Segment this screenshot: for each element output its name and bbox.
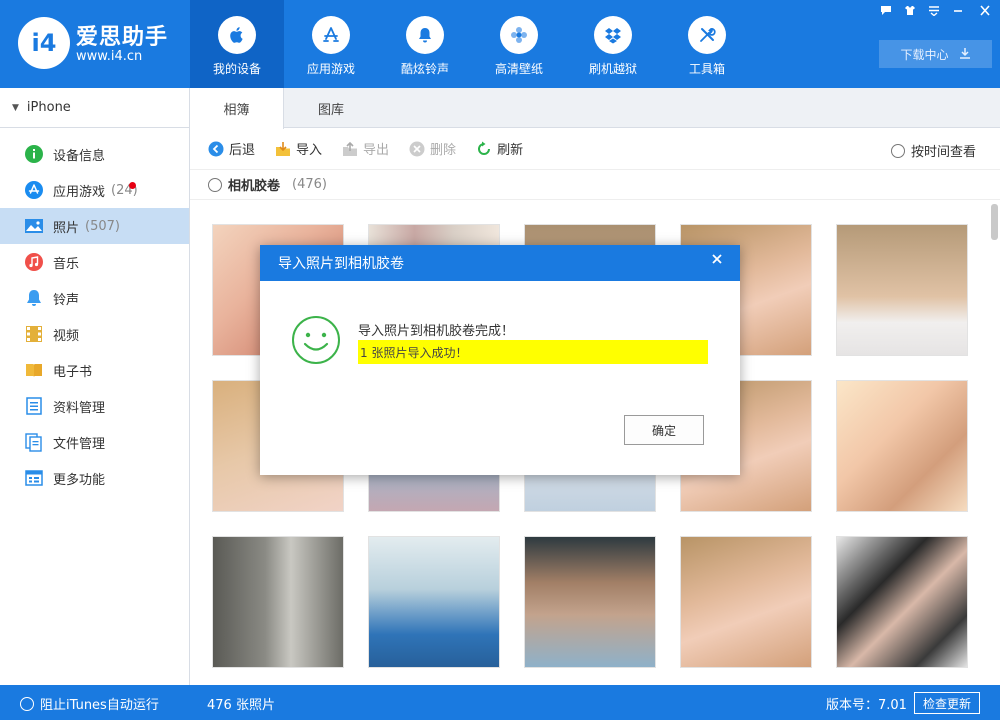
import-complete-dialog: 导入照片到相机胶卷 导入照片到相机胶卷完成！ 1 张照片导入成功！ 确定	[260, 245, 740, 475]
dialog-success-text: 1 张照片导入成功！	[360, 345, 468, 360]
smiley-icon	[291, 315, 341, 365]
dialog-title: 导入照片到相机胶卷	[278, 256, 404, 272]
dialog-header: 导入照片到相机胶卷	[260, 245, 740, 281]
modal-overlay: 导入照片到相机胶卷 导入照片到相机胶卷完成！ 1 张照片导入成功！ 确定	[0, 0, 1000, 720]
dialog-message: 导入照片到相机胶卷完成！	[358, 324, 515, 339]
dialog-close-button[interactable]	[706, 248, 728, 270]
ok-button[interactable]: 确定	[624, 415, 704, 445]
dialog-success-highlight: 1 张照片导入成功！	[358, 340, 708, 364]
close-icon	[712, 254, 722, 264]
